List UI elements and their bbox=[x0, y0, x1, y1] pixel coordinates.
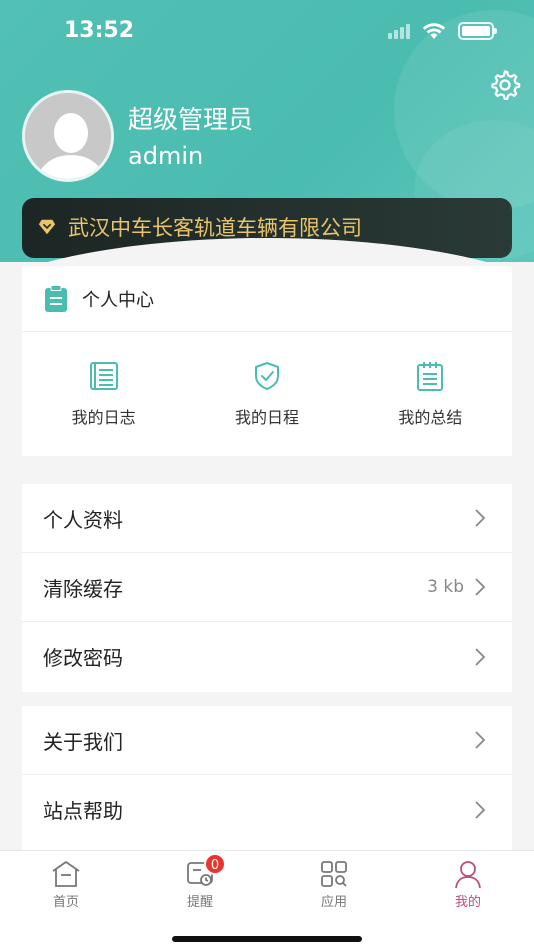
home-indicator bbox=[172, 936, 362, 942]
cellular-signal-icon bbox=[388, 23, 410, 39]
list-item-profile[interactable]: 个人资料 bbox=[22, 484, 512, 553]
battery-icon bbox=[458, 22, 497, 40]
my-log-item[interactable]: 我的日志 bbox=[22, 332, 185, 456]
list-item-label: 关于我们 bbox=[43, 729, 123, 754]
list-item-label: 修改密码 bbox=[43, 646, 123, 670]
profile-header: 13:52 超级管理员 admin 武汉中车长客轨道车辆有限公司 bbox=[0, 0, 534, 262]
schedule-shield-icon bbox=[254, 362, 279, 390]
chevron-right-icon bbox=[475, 578, 486, 596]
avatar[interactable] bbox=[22, 90, 114, 182]
my-schedule-label: 我的日程 bbox=[234, 408, 299, 427]
company-name: 武汉中车长客轨道车辆有限公司 bbox=[68, 216, 362, 240]
user-account: admin bbox=[128, 142, 204, 170]
list-item-site-help[interactable]: 站点帮助 bbox=[22, 775, 512, 844]
my-log-label: 我的日志 bbox=[71, 408, 136, 427]
tab-apps[interactable]: 应用 bbox=[294, 859, 374, 910]
personal-center-title: 个人中心 bbox=[82, 289, 154, 311]
tab-reminder-label: 提醒 bbox=[186, 895, 213, 910]
diamond-icon bbox=[38, 219, 56, 235]
list-item-label: 清除缓存 bbox=[43, 576, 123, 601]
log-icon bbox=[89, 362, 118, 390]
clipboard-icon bbox=[45, 284, 67, 312]
cache-size: 3 kb bbox=[427, 577, 464, 597]
about-list: 关于我们 站点帮助 bbox=[22, 706, 512, 852]
tab-mine-label: 我的 bbox=[454, 895, 481, 910]
chevron-right-icon bbox=[475, 509, 486, 527]
tab-reminder[interactable]: 提醒 0 bbox=[160, 853, 240, 910]
wifi-icon bbox=[422, 23, 446, 39]
chevron-right-icon bbox=[475, 647, 486, 666]
personal-center-card: 个人中心 我的日志 我的日程 我的总结 bbox=[22, 266, 512, 456]
home-icon bbox=[52, 861, 80, 887]
profile-screen: 13:52 超级管理员 admin 武汉中车长客轨道车辆有限公司 个人中心 我的… bbox=[0, 0, 534, 950]
reminder-badge: 0 bbox=[204, 853, 226, 875]
chevron-right-icon bbox=[475, 731, 486, 749]
user-icon bbox=[455, 861, 481, 889]
tab-home[interactable]: 首页 bbox=[26, 859, 106, 910]
list-item-about-us[interactable]: 关于我们 bbox=[22, 706, 512, 775]
list-item-change-password[interactable]: 修改密码 bbox=[22, 622, 512, 691]
tab-apps-label: 应用 bbox=[320, 895, 347, 910]
tab-home-label: 首页 bbox=[52, 895, 79, 910]
my-schedule-item[interactable]: 我的日程 bbox=[185, 332, 348, 456]
list-item-label: 个人资料 bbox=[43, 507, 123, 532]
list-item-clear-cache[interactable]: 清除缓存 3 kb bbox=[22, 553, 512, 622]
my-summary-item[interactable]: 我的总结 bbox=[349, 332, 512, 456]
apps-grid-icon bbox=[321, 861, 347, 887]
summary-icon bbox=[417, 362, 444, 391]
settings-gear-icon[interactable] bbox=[488, 68, 522, 102]
status-icons bbox=[388, 22, 497, 40]
my-summary-label: 我的总结 bbox=[398, 408, 463, 427]
personal-center-header: 个人中心 bbox=[22, 266, 512, 332]
tab-mine[interactable]: 我的 bbox=[428, 859, 508, 910]
status-time: 13:52 bbox=[64, 18, 135, 43]
settings-list: 个人资料 清除缓存 3 kb 修改密码 bbox=[22, 484, 512, 692]
chevron-right-icon bbox=[475, 800, 486, 819]
list-item-label: 站点帮助 bbox=[43, 799, 123, 823]
user-name: 超级管理员 bbox=[128, 105, 254, 134]
bottom-tab-bar: 首页 提醒 0 应用 我的 bbox=[0, 850, 534, 950]
default-user-avatar-icon bbox=[25, 93, 111, 179]
personal-center-grid: 我的日志 我的日程 我的总结 bbox=[22, 332, 512, 456]
